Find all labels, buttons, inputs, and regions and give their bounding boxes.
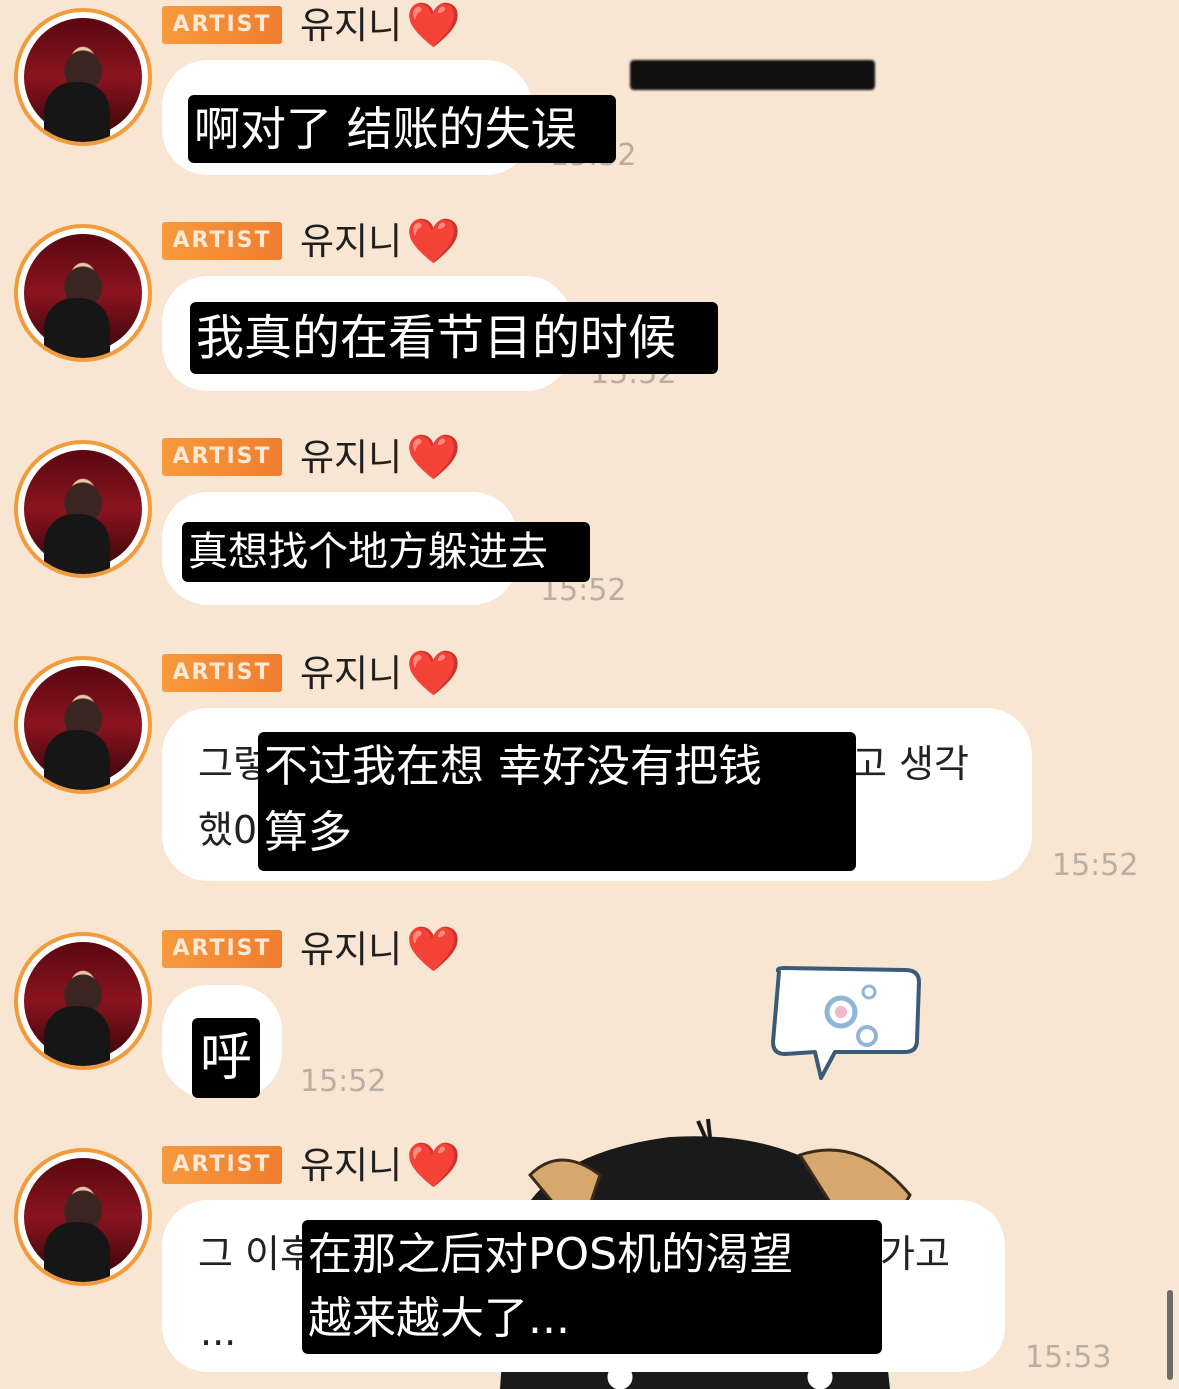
subtitle-line: 算多 (264, 807, 352, 858)
timestamp: 15:53 (1025, 1340, 1112, 1375)
heart-icon: ❤️ (406, 648, 461, 699)
sender-name[interactable]: 유지니 ❤️ (300, 4, 461, 48)
original-text: 가고 (880, 1232, 950, 1276)
sender-name[interactable]: 유지니 ❤️ (300, 436, 461, 480)
avatar[interactable] (14, 8, 152, 146)
heart-icon: ❤️ (406, 1140, 461, 1191)
subtitle-overlay: 在那之后对POS机的渴望 越来越大了... (302, 1220, 882, 1354)
sender-label: 유지니 (300, 4, 403, 47)
sender-name[interactable]: 유지니 ❤️ (300, 928, 461, 972)
redaction-mark (630, 60, 875, 90)
timestamp: 15:52 (1052, 848, 1139, 883)
subtitle-line: 越来越大了... (308, 1293, 570, 1344)
original-text: 고 생각 (852, 742, 969, 786)
heart-icon: ❤️ (406, 216, 461, 267)
subtitle-line: 不过我在想 幸好没有把钱 (264, 741, 762, 792)
original-text: 그 이후 (198, 1232, 315, 1276)
subtitle-overlay: 啊对了 结账的失误 (188, 95, 616, 163)
sender-label: 유지니 (300, 652, 403, 695)
sender-label: 유지니 (300, 436, 403, 479)
avatar[interactable] (14, 1148, 152, 1286)
artist-badge: ARTIST (162, 654, 282, 692)
artist-badge: ARTIST (162, 930, 282, 968)
avatar[interactable] (14, 932, 152, 1070)
avatar[interactable] (14, 656, 152, 794)
artist-badge: ARTIST (162, 222, 282, 260)
sender-name[interactable]: 유지니 ❤️ (300, 220, 461, 264)
artist-badge: ARTIST (162, 6, 282, 44)
subtitle-line: 在那之后对POS机的渴望 (308, 1229, 794, 1280)
scrollbar[interactable] (1167, 1290, 1173, 1380)
avatar[interactable] (14, 440, 152, 578)
heart-icon: ❤️ (406, 432, 461, 483)
subtitle-overlay: 呼 (192, 1018, 260, 1098)
original-text: ... (200, 1310, 237, 1354)
subtitle-overlay: 真想找个地方躲进去 (182, 522, 590, 582)
sender-name[interactable]: 유지니 ❤️ (300, 1144, 461, 1188)
avatar[interactable] (14, 224, 152, 362)
sender-label: 유지니 (300, 220, 403, 263)
subtitle-overlay: 不过我在想 幸好没有把钱 算多 (258, 732, 856, 871)
timestamp: 15:52 (300, 1064, 387, 1099)
heart-icon: ❤️ (406, 924, 461, 975)
original-text: 했0 (198, 808, 258, 852)
sender-label: 유지니 (300, 1144, 403, 1187)
heart-icon: ❤️ (406, 0, 461, 51)
sticker-thought-bubble (771, 966, 921, 1080)
subtitle-overlay: 我真的在看节目的时候 (190, 302, 718, 374)
sender-label: 유지니 (300, 928, 403, 971)
artist-badge: ARTIST (162, 438, 282, 476)
artist-badge: ARTIST (162, 1146, 282, 1184)
chat-area[interactable]: ARTIST 유지니 ❤️ 15:52 啊对了 结账的失误 ARTIST 유지니… (0, 0, 1179, 1389)
sender-name[interactable]: 유지니 ❤️ (300, 652, 461, 696)
